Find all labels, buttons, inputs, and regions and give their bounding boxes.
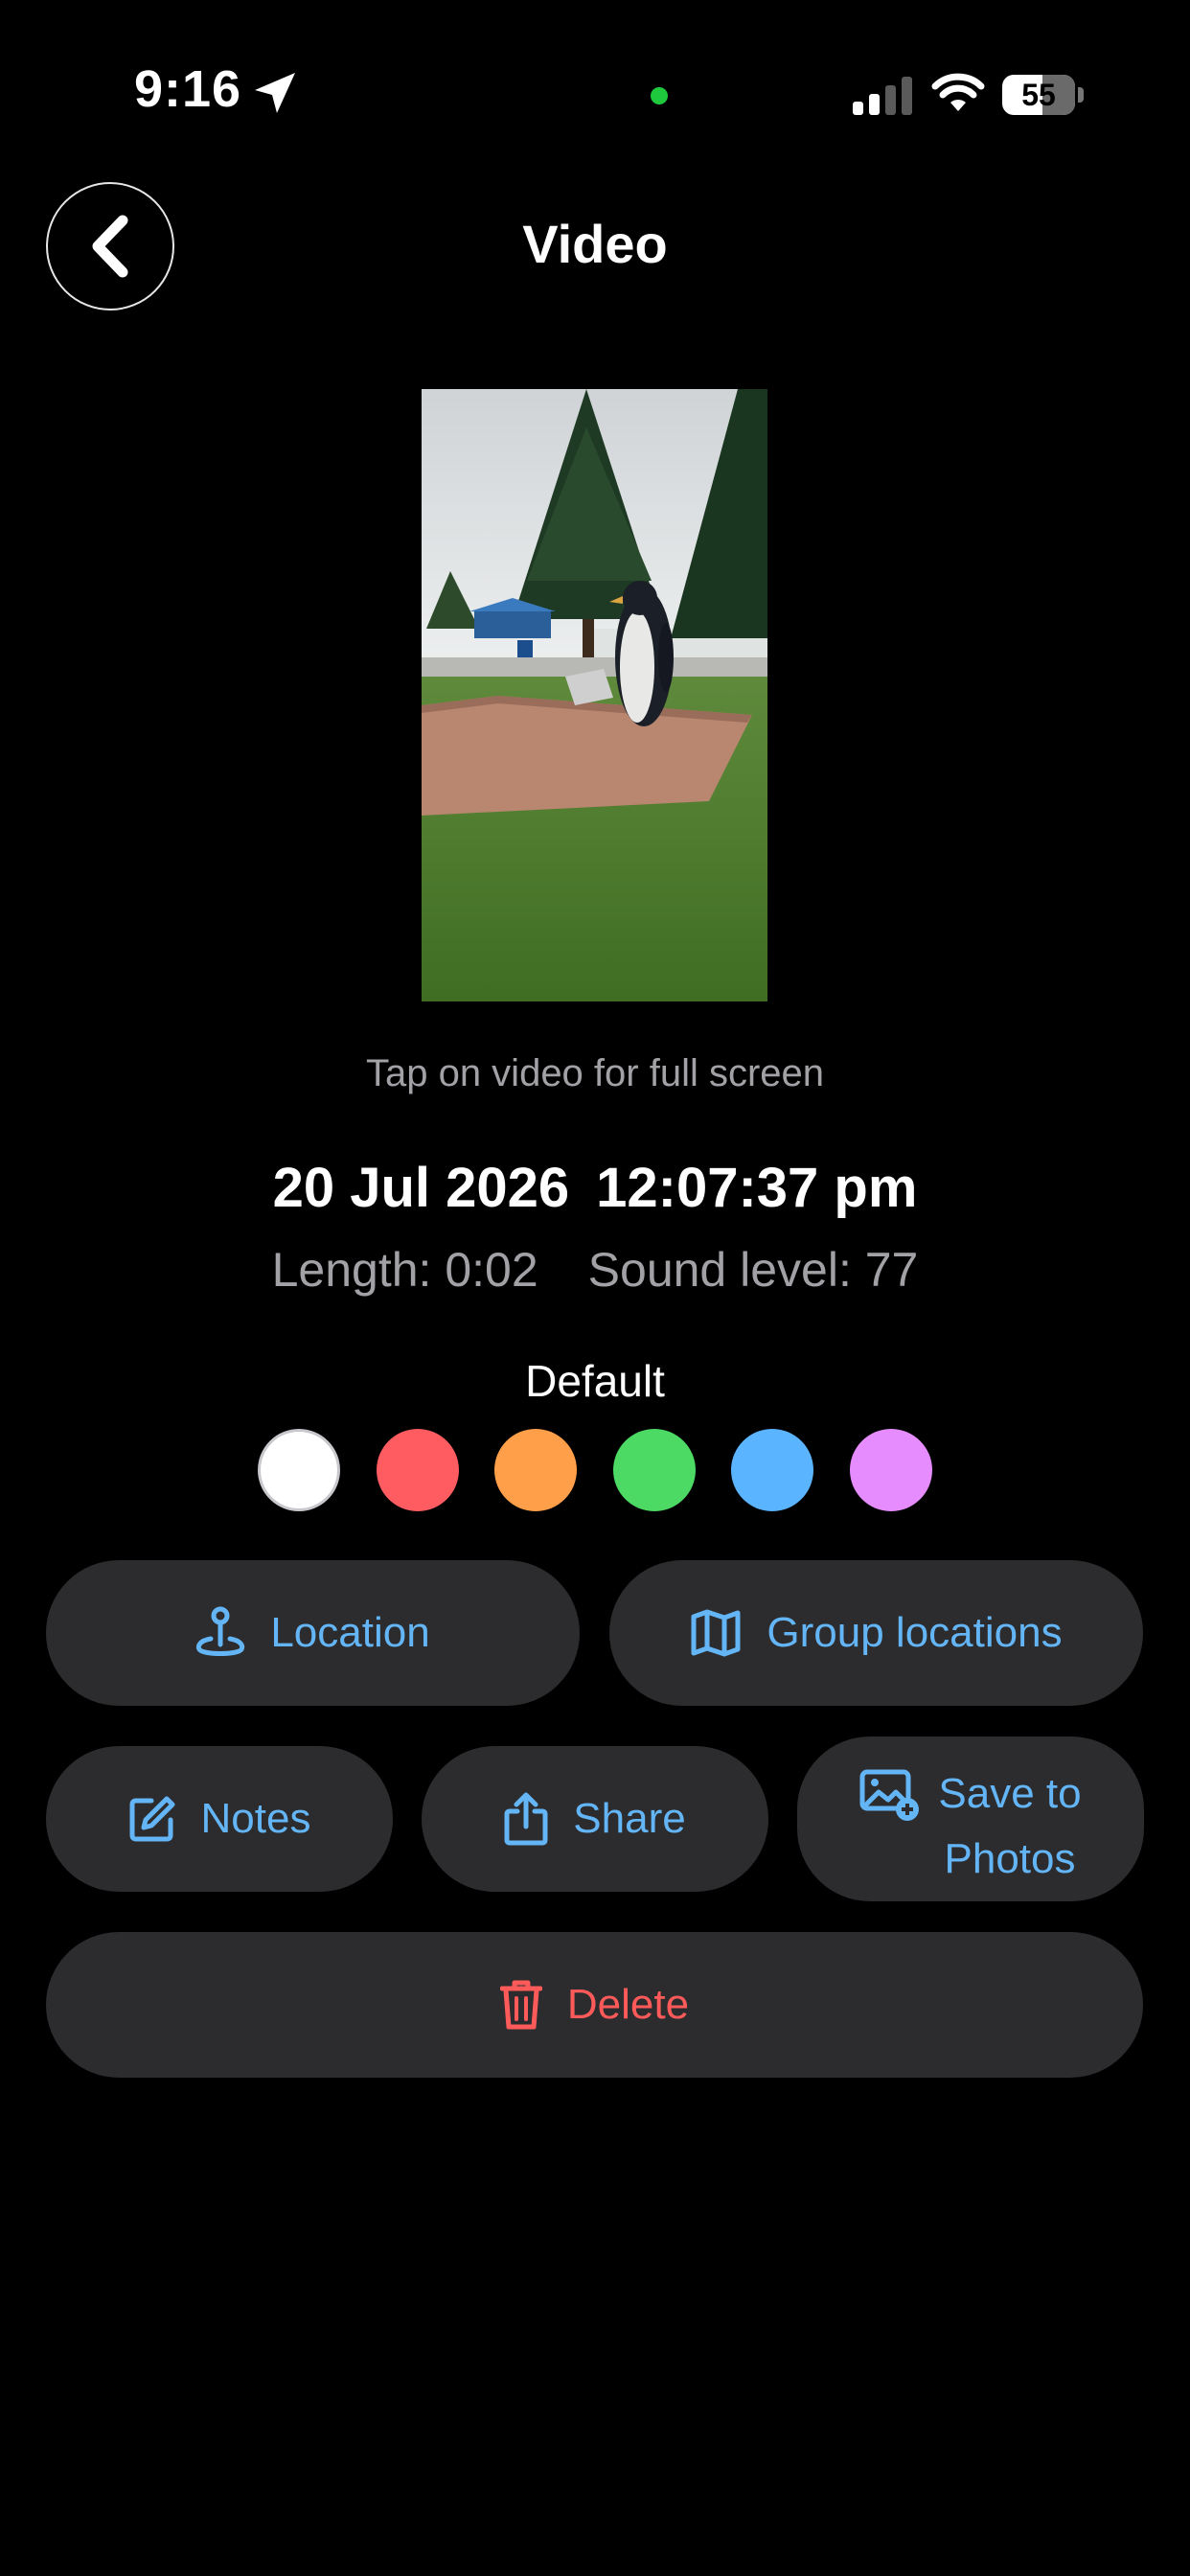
delete-label: Delete [566, 1981, 690, 2028]
group-locations-button[interactable]: Group locations [609, 1560, 1143, 1706]
color-swatch-blue[interactable] [731, 1429, 813, 1511]
notes-button[interactable]: Notes [46, 1746, 393, 1892]
add-photo-icon [859, 1769, 920, 1821]
save-to-photos-label: Save to Photos [938, 1761, 1081, 1892]
video-preview-image [422, 389, 767, 1001]
share-label: Share [573, 1795, 686, 1842]
color-swatch-orange[interactable] [494, 1429, 577, 1511]
video-length: Length: 0:02 [271, 1243, 538, 1297]
recording-datetime: 20 Jul 2026 12:07:37 pm [0, 1156, 1190, 1220]
recording-date: 20 Jul 2026 [272, 1157, 570, 1219]
save-label-line2: Photos [944, 1835, 1076, 1882]
location-button[interactable]: Location [46, 1560, 580, 1706]
color-swatch-purple[interactable] [850, 1429, 932, 1511]
video-meta: Length: 0:02 Sound level: 77 [0, 1242, 1190, 1298]
trash-icon [499, 1980, 542, 2030]
share-icon [504, 1792, 548, 1846]
edit-note-icon [129, 1796, 175, 1842]
color-swatch-white[interactable] [258, 1429, 340, 1511]
color-swatch-red[interactable] [377, 1429, 459, 1511]
wifi-icon [931, 73, 985, 111]
save-label-line1: Save to [938, 1770, 1082, 1817]
recording-time: 12:07:37 pm [596, 1157, 918, 1219]
battery-indicator: 55 [1002, 75, 1085, 115]
page-title: Video [522, 214, 668, 274]
privacy-indicator-dot [651, 87, 668, 104]
share-button[interactable]: Share [422, 1746, 768, 1892]
location-pin-icon [196, 1606, 245, 1656]
location-label: Location [270, 1609, 430, 1656]
color-swatch-green[interactable] [613, 1429, 696, 1511]
sound-level: Sound level: 77 [587, 1243, 919, 1297]
color-label: Default [525, 1356, 665, 1406]
map-icon [691, 1609, 741, 1657]
group-locations-label: Group locations [767, 1609, 1063, 1656]
battery-level: 55 [1021, 78, 1056, 112]
status-time: 9:16 [134, 60, 242, 118]
fullscreen-hint: Tap on video for full screen [365, 1052, 825, 1094]
notes-label: Notes [200, 1795, 311, 1842]
location-arrow-icon [255, 73, 295, 113]
video-thumbnail[interactable] [422, 389, 767, 1001]
delete-button[interactable]: Delete [46, 1932, 1143, 2078]
save-to-photos-button[interactable]: Save to Photos [797, 1736, 1144, 1901]
cellular-signal-icon [853, 77, 912, 115]
